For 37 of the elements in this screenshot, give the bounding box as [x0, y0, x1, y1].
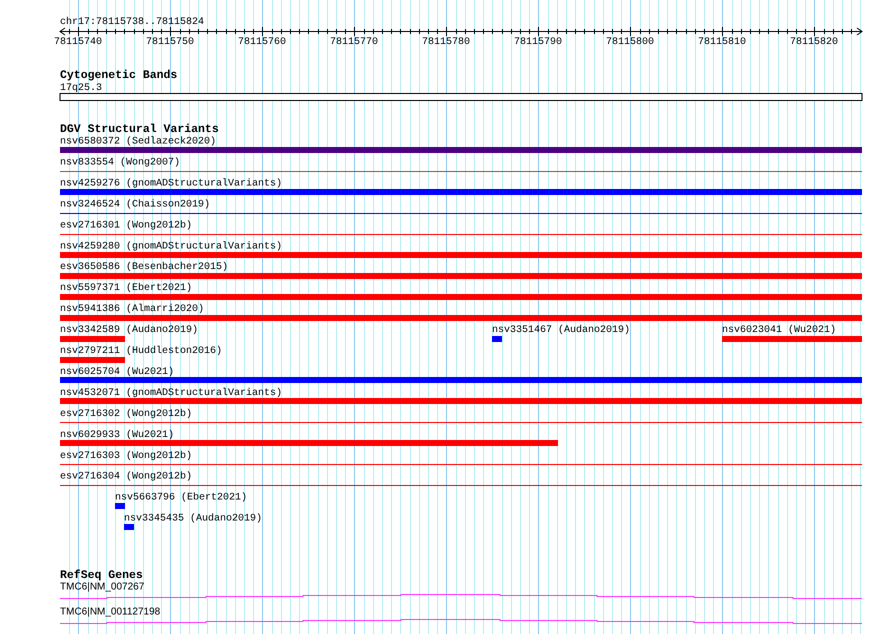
feature-label: nsv3246524 (Chaisson2019)	[60, 199, 210, 210]
feature-label: nsv4532071 (gnomADStructuralVariants)	[60, 388, 282, 399]
feature-label: nsv6025704 (Wu2021)	[60, 366, 174, 378]
tick-label: 78115750	[146, 37, 194, 48]
feature-label: nsv6029933 (Wu2021)	[60, 430, 174, 441]
track-title: Cytogenetic Bands	[60, 69, 178, 82]
feature-label: nsv2797211 (Huddleston2016)	[60, 346, 222, 357]
tick-label: 78115780	[422, 37, 470, 48]
tick-label: 78115790	[514, 37, 562, 48]
feature-label: nsv5941386 (Almarri2020)	[60, 304, 204, 316]
tick-label: 78115740	[54, 37, 102, 48]
feature-label: esv2716303 (Wong2012b)	[60, 450, 192, 462]
gene-label: TMC6|NM_001127198	[60, 606, 160, 618]
feature-label: esv2716301 (Wong2012b)	[60, 220, 192, 232]
tick-label: 78115760	[238, 37, 286, 48]
feature-label: nsv5597371 (Ebert2021)	[60, 283, 192, 294]
band-label: 17q25.3	[60, 83, 102, 94]
tick-label: 78115810	[698, 37, 746, 48]
feature-label: nsv4259280 (gnomADStructuralVariants)	[60, 241, 282, 252]
feature-label: esv3650586 (Besenbacher2015)	[60, 262, 228, 274]
feature-label: nsv6023041 (Wu2021)	[722, 325, 836, 336]
location-label: chr17:78115738..78115824	[60, 17, 204, 28]
feature-label: esv2716302 (Wong2012b)	[60, 408, 192, 420]
feature-label: nsv5663796 (Ebert2021)	[115, 492, 248, 504]
feature-label: nsv3342589 (Audano2019)	[60, 325, 198, 336]
tick-label: 78115800	[606, 37, 654, 48]
track-title: DGV Structural Variants	[60, 123, 219, 136]
tick-label: 78115820	[790, 37, 838, 48]
feature-label: esv2716304 (Wong2012b)	[60, 472, 192, 483]
tick-label: 78115770	[330, 37, 378, 48]
feature-label: nsv4259276 (gnomADStructuralVariants)	[60, 178, 282, 190]
feature-label: nsv3351467 (Audano2019)	[492, 325, 630, 336]
track-title: RefSeq Genes	[60, 569, 143, 582]
feature-label: nsv3345435 (Audano2019)	[124, 514, 262, 525]
gene-label: TMC6|NM_007267	[60, 582, 144, 592]
feature-label: nsv833554 (Wong2007)	[60, 157, 180, 168]
feature-label: nsv6580372 (Sedlazeck2020)	[60, 136, 216, 148]
